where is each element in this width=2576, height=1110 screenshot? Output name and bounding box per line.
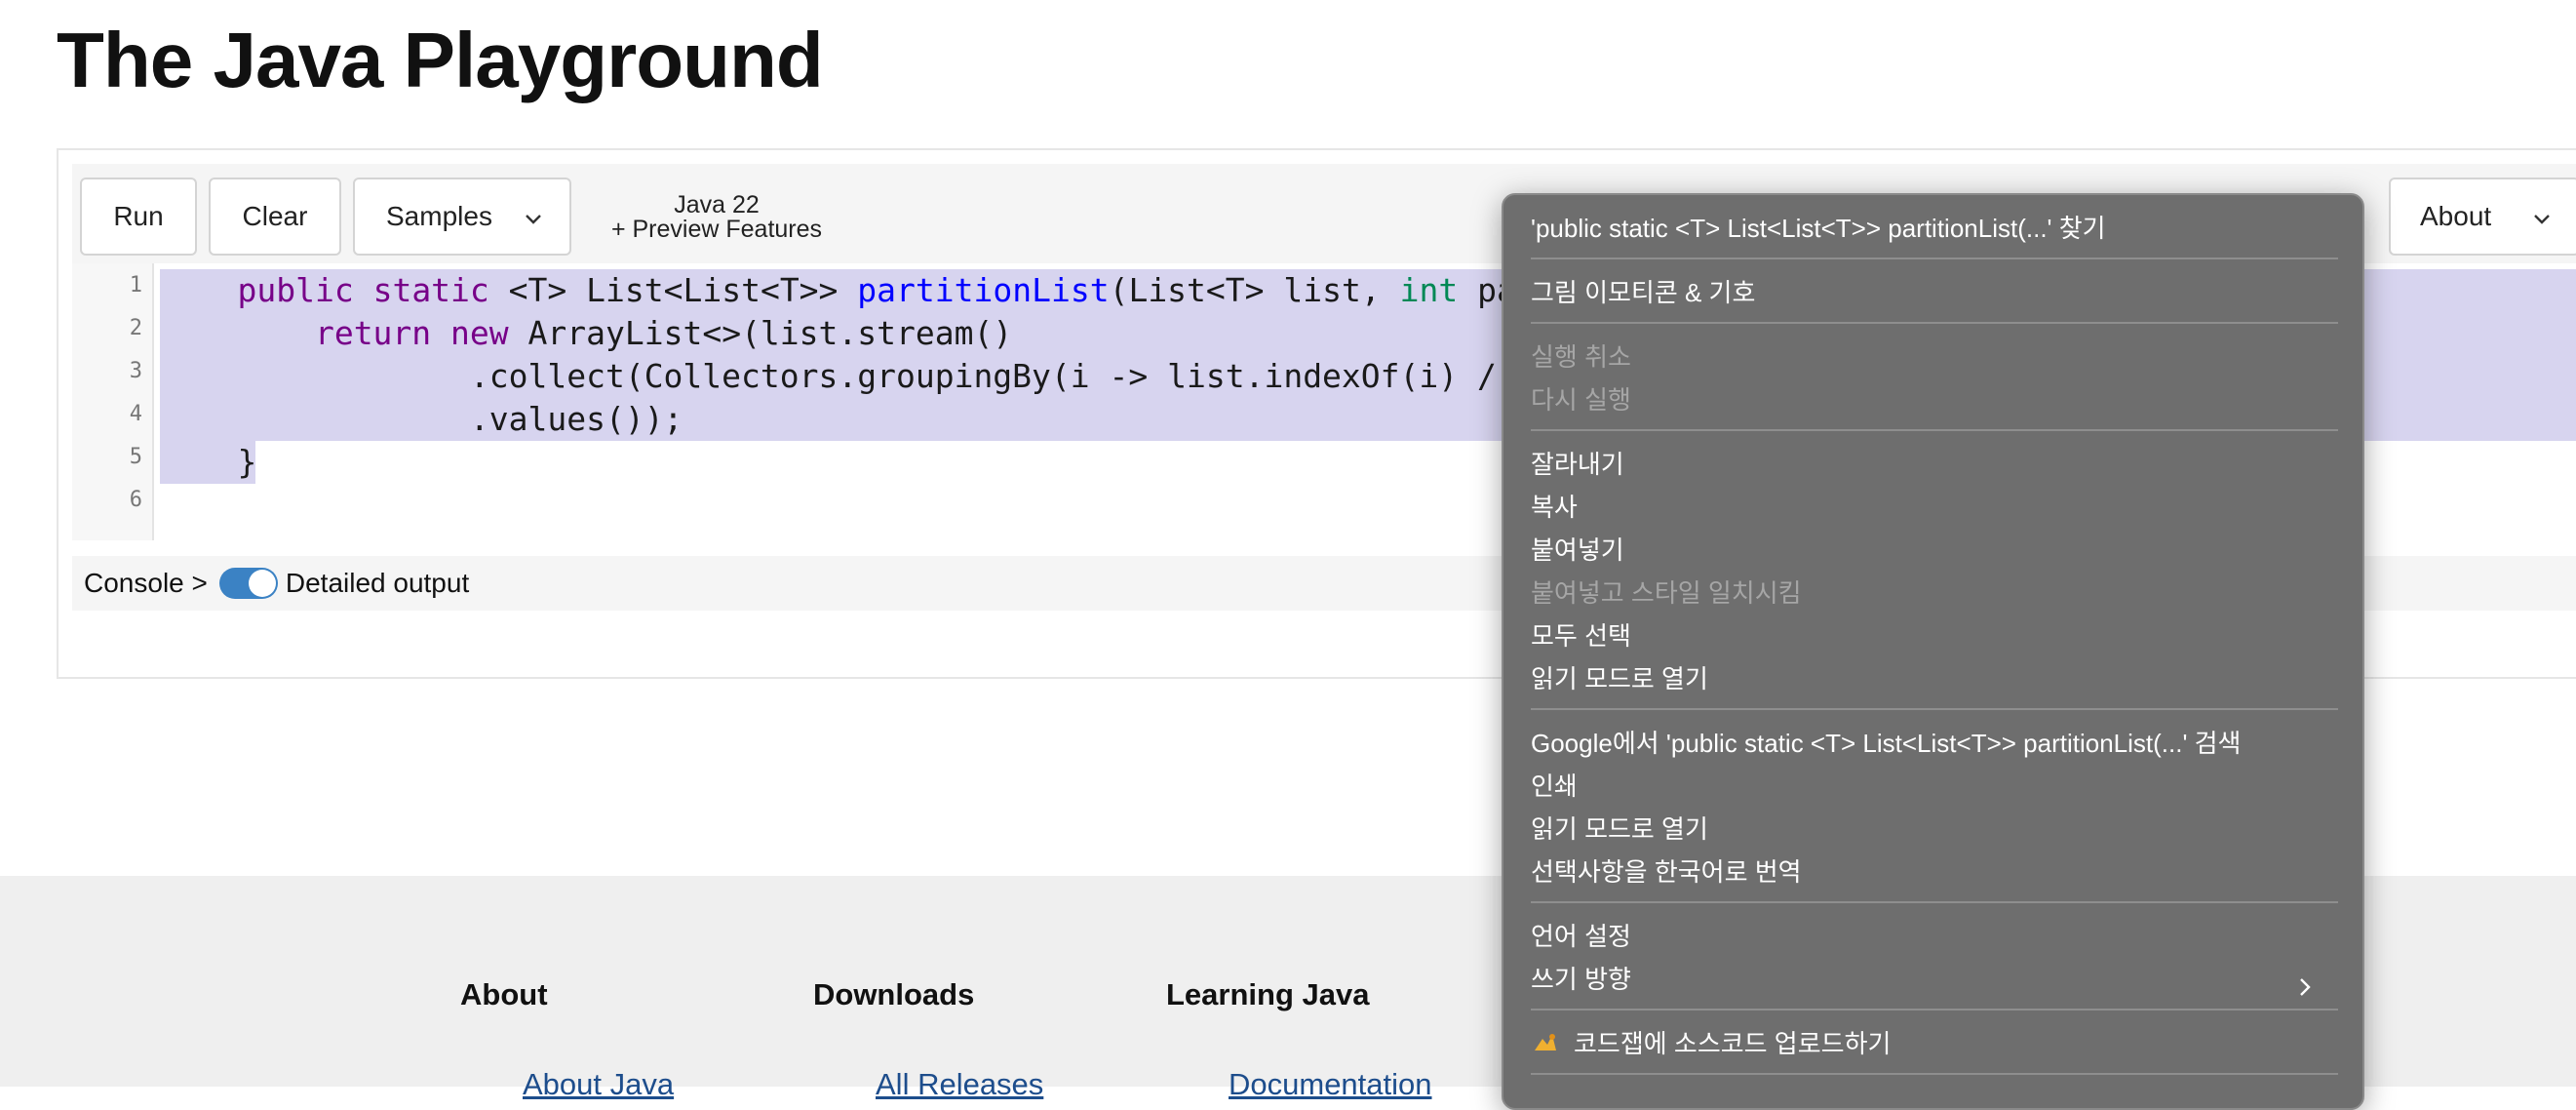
menu-item-undo[interactable]: 실행 취소 <box>1531 337 1631 377</box>
extension-icon <box>1531 1029 1560 1058</box>
code-line: public static <T> List<List<T>> partitio… <box>237 271 1554 309</box>
writing-direction-label: 쓰기 방향 <box>1531 965 1631 994</box>
samples-dropdown-label: Samples <box>386 201 492 231</box>
menu-separator <box>1531 901 2338 903</box>
line-number: 6 <box>129 488 142 512</box>
preview-features: + Preview Features <box>610 216 823 243</box>
line-number: 4 <box>129 402 142 426</box>
samples-dropdown[interactable]: Samples <box>353 178 571 256</box>
footer-heading-learning: Learning Java <box>1166 977 1370 1011</box>
menu-item-find[interactable]: 'public static <T> List<List<T>> partiti… <box>1531 209 2106 248</box>
run-button-label: Run <box>113 201 164 231</box>
console-label[interactable]: Console > <box>84 568 208 599</box>
about-dropdown-label: About <box>2420 201 2492 231</box>
menu-item-reading-mode-2[interactable]: 읽기 모드로 열기 <box>1531 810 1708 849</box>
line-number-gutter: 1 2 3 4 5 6 <box>72 263 154 540</box>
line-number: 1 <box>129 273 142 297</box>
footer-link-about-java[interactable]: About Java <box>523 1067 674 1102</box>
menu-separator <box>1531 322 2338 324</box>
menu-item-emoji[interactable]: 그림 이모티콘 & 기호 <box>1531 273 1755 312</box>
toggle-knob <box>248 570 276 597</box>
code-line: return new ArrayList<>(list.stream() <box>314 314 1013 352</box>
menu-item-google-search[interactable]: Google에서 'public static <T> List<List<T>… <box>1531 724 2241 763</box>
code-line: } <box>160 443 257 481</box>
menu-item-reading-mode[interactable]: 읽기 모드로 열기 <box>1531 659 1708 698</box>
menu-item-translate[interactable]: 선택사항을 한국어로 번역 <box>1531 852 1802 892</box>
clear-button-label: Clear <box>242 201 308 231</box>
menu-separator <box>1531 429 2338 431</box>
menu-item-select-all[interactable]: 모두 선택 <box>1531 616 1631 655</box>
menu-item-language-settings[interactable]: 언어 설정 <box>1531 917 1631 956</box>
line-number: 3 <box>129 359 142 383</box>
codezap-upload-label: 코드잽에 소스코드 업로드하기 <box>1574 1029 1892 1058</box>
line-number: 5 <box>129 445 142 469</box>
menu-separator <box>1531 708 2338 710</box>
menu-item-paste[interactable]: 붙여넣기 <box>1531 531 1624 570</box>
footer-link-all-releases[interactable]: All Releases <box>876 1067 1043 1102</box>
menu-separator <box>1531 258 2338 259</box>
java-version-label: Java 22 + Preview Features <box>585 193 848 242</box>
detailed-output-label: Detailed output <box>285 568 470 598</box>
chevron-down-icon <box>2531 205 2553 236</box>
footer-heading-downloads: Downloads <box>813 977 975 1011</box>
code-line: .values()); <box>160 400 683 438</box>
menu-separator <box>1531 1009 2338 1011</box>
menu-item-writing-direction[interactable]: 쓰기 방향 <box>1531 960 2338 999</box>
run-button[interactable]: Run <box>80 178 197 256</box>
about-dropdown[interactable]: About <box>2389 178 2576 256</box>
menu-item-redo[interactable]: 다시 실행 <box>1531 380 1631 419</box>
menu-item-codezap-upload[interactable]: 코드잽에 소스코드 업로드하기 <box>1531 1024 1891 1063</box>
code-line: .collect(Collectors.groupingBy(i -> list… <box>160 357 1555 395</box>
menu-item-paste-match-style[interactable]: 붙여넣고 스타일 일치시킴 <box>1531 574 1802 613</box>
menu-item-cut[interactable]: 잘라내기 <box>1531 445 1624 484</box>
chevron-down-icon <box>523 205 544 236</box>
menu-item-copy[interactable]: 복사 <box>1531 488 1578 527</box>
chevron-right-icon <box>2297 970 2313 1009</box>
menu-item-print[interactable]: 인쇄 <box>1531 767 1578 806</box>
page-title: The Java Playground <box>57 17 824 103</box>
context-menu: 'public static <T> List<List<T>> partiti… <box>1502 193 2364 1110</box>
footer-heading-about: About <box>460 977 548 1011</box>
detailed-output-toggle[interactable] <box>218 568 278 599</box>
clear-button[interactable]: Clear <box>209 178 341 256</box>
java-version: Java 22 <box>674 191 760 218</box>
menu-separator <box>1531 1073 2338 1075</box>
footer-link-documentation[interactable]: Documentation <box>1229 1067 1432 1102</box>
line-number: 2 <box>129 316 142 340</box>
